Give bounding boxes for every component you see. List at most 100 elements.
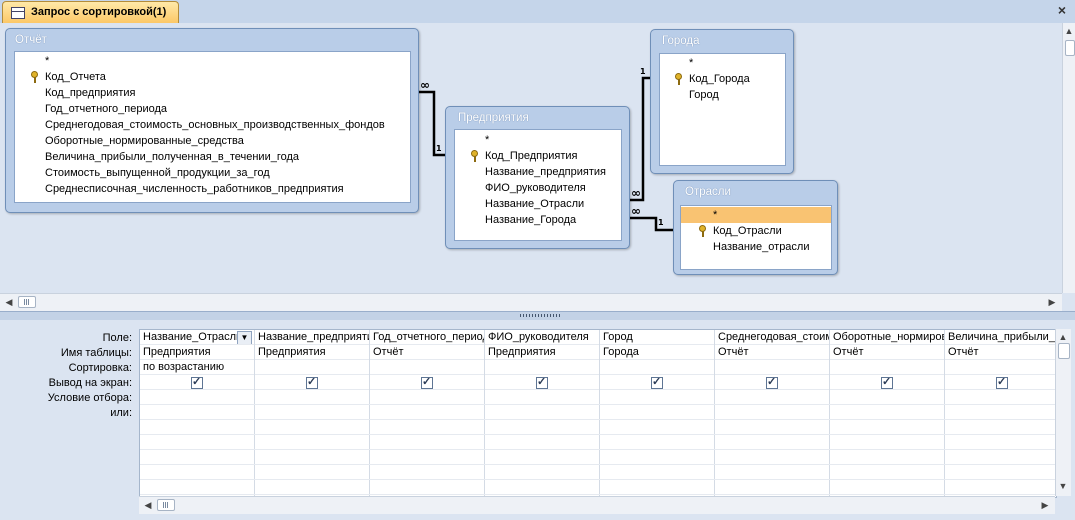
show-checkbox[interactable] (651, 375, 663, 389)
diagram-horizontal-scrollbar[interactable]: ◀ ▶ (0, 293, 1062, 311)
field-item[interactable]: * (15, 53, 410, 69)
table-cell[interactable]: Отчёт (715, 345, 829, 360)
table-otrasli[interactable]: Отрасли * Код_Отрасли Название_отрасли (673, 180, 838, 275)
grid-empty-rows[interactable] (140, 390, 1056, 497)
field-item[interactable]: Среднегодовая_стоимость_основных_произво… (15, 117, 410, 133)
row-label-field: Поле: (102, 332, 132, 344)
scroll-left-arrow-icon[interactable]: ◀ (3, 296, 15, 308)
field-list: * Код_Города Город (659, 53, 786, 166)
table-otchet[interactable]: Отчёт * Код_Отчета Код_предприятия Год_о… (5, 28, 419, 213)
table-title: Предприятия (458, 112, 529, 124)
table-predpriyatiya[interactable]: Предприятия * Код_Предприятия Название_п… (445, 106, 630, 249)
scroll-thumb[interactable] (1065, 40, 1075, 56)
sort-cell[interactable] (485, 360, 599, 375)
sort-cell[interactable]: по возрастанию (140, 360, 254, 375)
field-item[interactable]: Название_Отрасли (455, 196, 621, 212)
field-item[interactable]: Величина_прибыли_полученная_в_течении_го… (15, 149, 410, 165)
dropdown-arrow-icon[interactable]: ▼ (237, 331, 252, 344)
field-item[interactable]: Код_Города (660, 71, 785, 87)
show-cell[interactable] (830, 375, 944, 390)
show-cell[interactable] (715, 375, 829, 390)
scroll-up-arrow-icon[interactable]: ▲ (1063, 25, 1075, 37)
field-cell[interactable]: Год_отчетного_периода (370, 330, 484, 345)
field-item[interactable]: Код_Отчета (15, 69, 410, 85)
field-item[interactable]: ФИО_руководителя (455, 180, 621, 196)
table-title: Города (662, 35, 700, 47)
sort-cell[interactable] (600, 360, 714, 375)
scroll-thumb[interactable] (157, 499, 175, 511)
show-cell[interactable] (600, 375, 714, 390)
scroll-right-arrow-icon[interactable]: ▶ (1039, 499, 1051, 511)
table-title: Отчёт (15, 34, 47, 46)
table-cell[interactable]: Предприятия (485, 345, 599, 360)
diagram-vertical-scrollbar[interactable]: ▲ (1062, 23, 1075, 293)
sort-cell[interactable] (945, 360, 1056, 375)
table-cell[interactable]: Отчёт (370, 345, 484, 360)
one-marker: 1 (436, 144, 442, 153)
table-cell[interactable]: Предприятия (255, 345, 369, 360)
show-checkbox[interactable] (306, 375, 318, 389)
show-checkbox[interactable] (421, 375, 433, 389)
table-goroda[interactable]: Города * Код_Города Город (650, 29, 794, 174)
show-cell[interactable] (485, 375, 599, 390)
show-checkbox[interactable] (536, 375, 548, 389)
field-item[interactable]: * (455, 132, 621, 148)
field-cell[interactable]: Величина_прибыли_полученная_в_течении_го… (945, 330, 1056, 345)
field-item[interactable]: Код_Предприятия (455, 148, 621, 164)
sort-cell[interactable] (370, 360, 484, 375)
field-cell[interactable]: Название_предприятия (255, 330, 369, 345)
field-item[interactable]: Название_отрасли (681, 239, 831, 255)
field-item[interactable]: Год_отчетного_периода (15, 101, 410, 117)
show-cell[interactable] (255, 375, 369, 390)
field-cell[interactable]: Оборотные_нормированные_средства (830, 330, 944, 345)
many-marker: ∞ (420, 78, 430, 92)
primary-key-icon (675, 73, 683, 85)
field-cell[interactable]: ФИО_руководителя (485, 330, 599, 345)
scroll-down-arrow-icon[interactable]: ▼ (1057, 480, 1069, 492)
show-cell[interactable] (140, 375, 254, 390)
show-checkbox[interactable] (191, 375, 203, 389)
one-marker: 1 (658, 218, 664, 227)
splitter-grip-icon[interactable] (520, 314, 560, 317)
table-cell[interactable]: Предприятия (140, 345, 254, 360)
field-item[interactable]: Оборотные_нормированные_средства (15, 133, 410, 149)
field-cell[interactable]: Среднегодовая_стоимость_основных_произво… (715, 330, 829, 345)
field-list: * Код_Отчета Код_предприятия Год_отчетно… (14, 51, 411, 203)
field-item[interactable]: * (660, 55, 785, 71)
field-item[interactable]: Среднесписочная_численность_работников_п… (15, 181, 410, 197)
field-item-selected[interactable]: * (681, 207, 831, 223)
row-label-sort: Сортировка: (68, 362, 132, 374)
many-marker: ∞ (631, 204, 641, 218)
show-cell[interactable] (370, 375, 484, 390)
table-cell[interactable]: Города (600, 345, 714, 360)
primary-key-icon (699, 225, 707, 237)
scroll-thumb[interactable] (18, 296, 36, 308)
field-item[interactable]: Название_Города (455, 212, 621, 228)
scroll-thumb[interactable] (1058, 343, 1070, 359)
scroll-up-arrow-icon[interactable]: ▲ (1057, 331, 1069, 343)
field-item[interactable]: Название_предприятия (455, 164, 621, 180)
table-cell[interactable]: Отчёт (945, 345, 1056, 360)
field-item[interactable]: Код_предприятия (15, 85, 410, 101)
table-cell[interactable]: Отчёт (830, 345, 944, 360)
many-marker: ∞ (631, 186, 641, 200)
show-checkbox[interactable] (766, 375, 778, 389)
grid-horizontal-scrollbar[interactable]: ◀ ▶ (139, 496, 1055, 514)
field-cell[interactable]: Город (600, 330, 714, 345)
scroll-right-arrow-icon[interactable]: ▶ (1046, 296, 1058, 308)
field-list: * Код_Предприятия Название_предприятия Ф… (454, 129, 622, 241)
query-design-grid[interactable]: Название_Отрасли ▼ Предприятия по возраст… (139, 329, 1057, 498)
show-checkbox[interactable] (881, 375, 893, 389)
grid-vertical-scrollbar[interactable]: ▲ ▼ (1055, 329, 1071, 496)
show-checkbox[interactable] (996, 375, 1008, 389)
sort-cell[interactable] (830, 360, 944, 375)
scroll-left-arrow-icon[interactable]: ◀ (142, 499, 154, 511)
sort-cell[interactable] (255, 360, 369, 375)
one-marker: 1 (640, 67, 646, 76)
field-item[interactable]: Стоимость_выпущенной_продукции_за_год (15, 165, 410, 181)
field-item[interactable]: Код_Отрасли (681, 223, 831, 239)
sort-cell[interactable] (715, 360, 829, 375)
field-item[interactable]: Город (660, 87, 785, 103)
show-cell[interactable] (945, 375, 1056, 390)
field-cell[interactable]: Название_Отрасли ▼ (140, 330, 254, 345)
